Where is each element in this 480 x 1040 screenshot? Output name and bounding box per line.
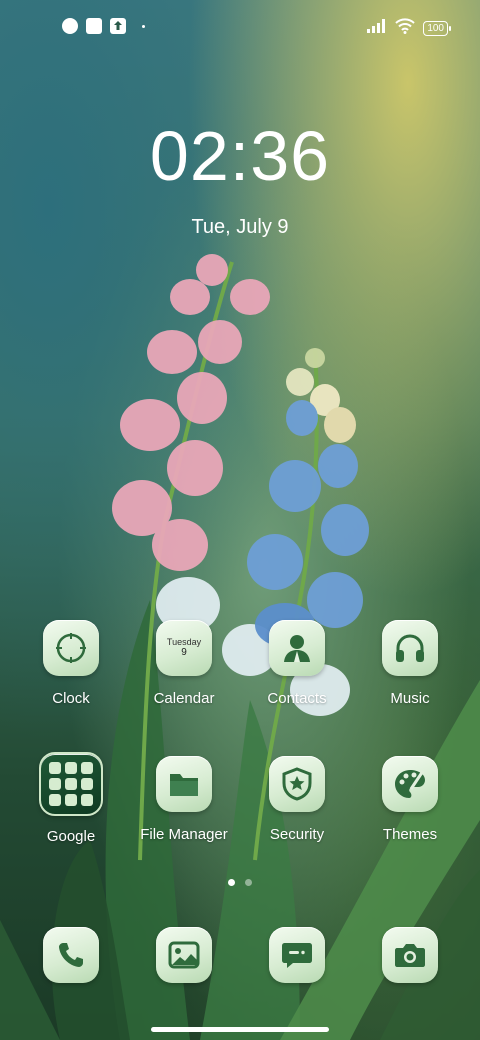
status-bar-notifications bbox=[62, 18, 145, 34]
dock-phone[interactable] bbox=[15, 927, 127, 983]
app-security[interactable]: Security bbox=[241, 756, 353, 843]
folder-icon bbox=[39, 752, 103, 816]
app-label: Contacts bbox=[267, 690, 327, 707]
palette-icon bbox=[382, 756, 438, 812]
calendar-day-number: 9 bbox=[181, 647, 187, 658]
page-dot[interactable] bbox=[245, 879, 252, 886]
headphones-icon bbox=[382, 620, 438, 676]
app-calendar[interactable]: Tuesday 9 Calendar bbox=[128, 620, 240, 707]
camera-icon bbox=[382, 927, 438, 983]
app-contacts[interactable]: Contacts bbox=[241, 620, 353, 707]
folder-google[interactable]: Google bbox=[15, 752, 127, 845]
file-folder-icon bbox=[156, 756, 212, 812]
phone-icon bbox=[43, 927, 99, 983]
app-themes[interactable]: Themes bbox=[354, 756, 466, 843]
app-label: Security bbox=[269, 826, 325, 843]
app-label: Clock bbox=[52, 690, 90, 707]
app-label: Themes bbox=[382, 826, 438, 843]
lockscreen-date[interactable]: Tue, July 9 bbox=[0, 216, 480, 239]
status-bar-system: 100 bbox=[367, 18, 451, 39]
contacts-icon bbox=[269, 620, 325, 676]
app-label: Music bbox=[390, 690, 430, 707]
page-indicator[interactable] bbox=[0, 879, 480, 886]
calendar-icon: Tuesday 9 bbox=[156, 620, 212, 676]
app-label: Google bbox=[46, 828, 96, 845]
messages-icon bbox=[269, 927, 325, 983]
home-gesture-bar[interactable] bbox=[151, 1027, 329, 1032]
status-bar: 100 bbox=[0, 14, 480, 42]
signal-icon bbox=[367, 19, 387, 38]
gallery-icon bbox=[156, 927, 212, 983]
wifi-icon bbox=[395, 18, 416, 39]
square-notification-icon bbox=[86, 18, 102, 34]
lockscreen-clock[interactable]: 02:36 bbox=[0, 116, 480, 196]
shield-star-icon bbox=[269, 756, 325, 812]
app-clock[interactable]: Clock bbox=[15, 620, 127, 707]
dock-camera[interactable] bbox=[354, 927, 466, 983]
app-label: File Manager bbox=[140, 826, 228, 843]
upload-icon bbox=[110, 18, 126, 34]
dock-gallery[interactable] bbox=[128, 927, 240, 983]
clock-icon bbox=[43, 620, 99, 676]
more-notifications-dot bbox=[142, 24, 145, 28]
battery-icon: 100 bbox=[423, 21, 451, 36]
page-dot-active[interactable] bbox=[228, 879, 235, 886]
app-file-manager[interactable]: File Manager bbox=[128, 756, 240, 843]
app-label: Calendar bbox=[153, 690, 215, 707]
dock-messages[interactable] bbox=[241, 927, 353, 983]
app-music[interactable]: Music bbox=[354, 620, 466, 707]
app-notification-icon bbox=[62, 18, 78, 34]
calendar-day-name: Tuesday bbox=[166, 637, 202, 647]
